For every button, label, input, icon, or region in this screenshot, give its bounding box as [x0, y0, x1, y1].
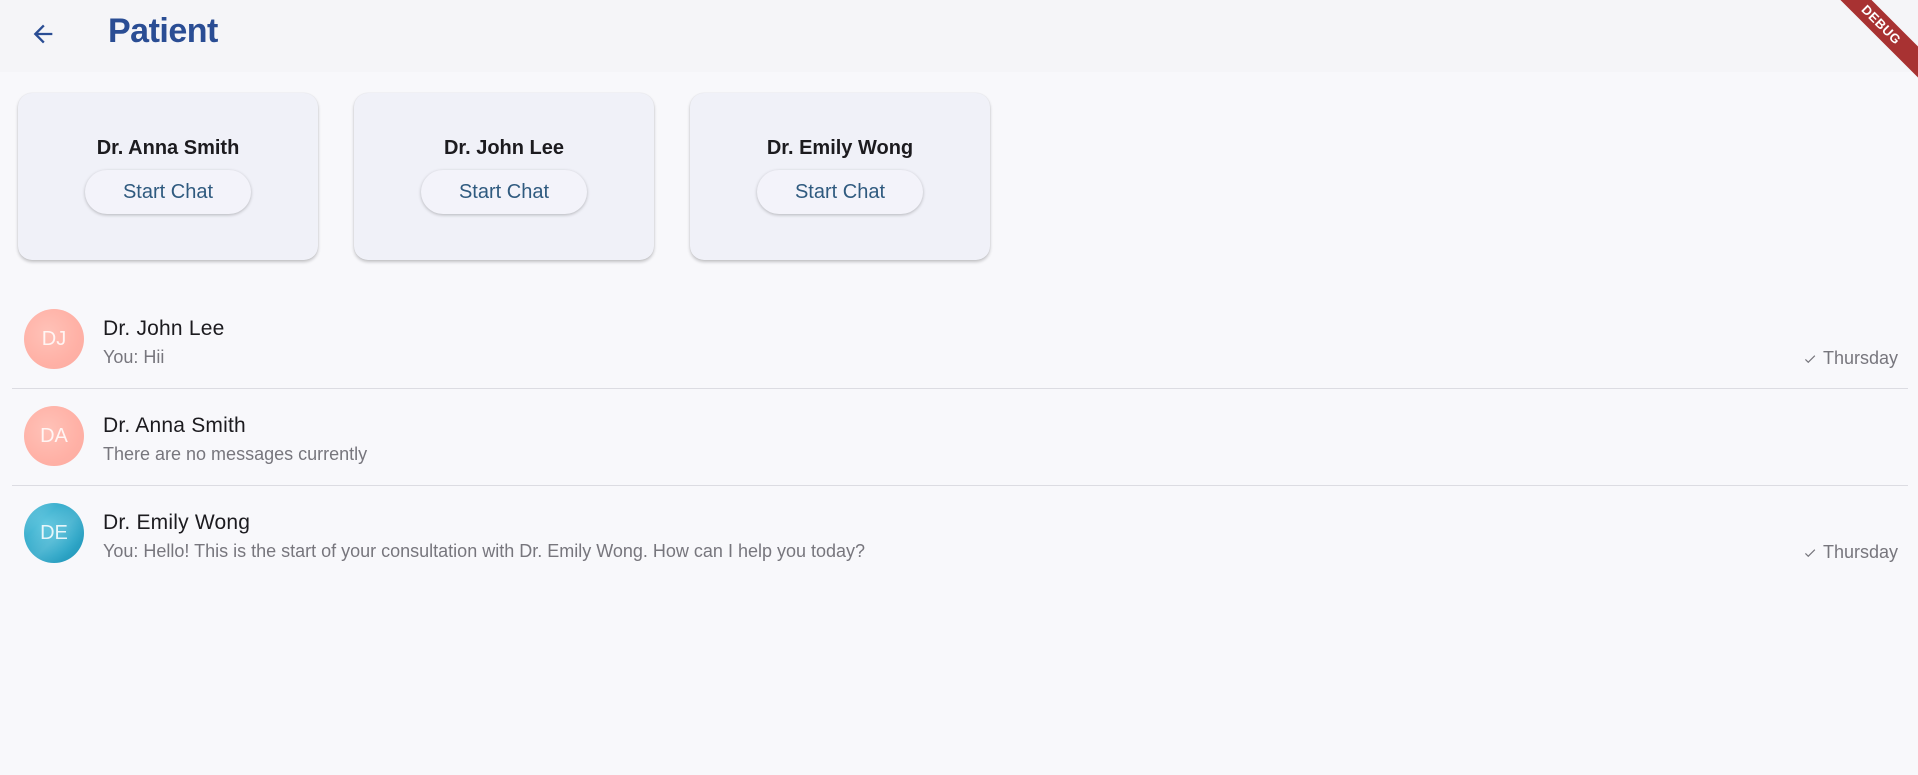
start-chat-button[interactable]: Start Chat [757, 170, 923, 214]
doctor-cards: Dr. Anna Smith Start Chat Dr. John Lee S… [18, 93, 990, 260]
chat-preview: You: Hii [103, 347, 165, 367]
avatar-initials: DE [40, 521, 68, 544]
check-icon [1803, 546, 1817, 560]
chat-name: Dr. Emily Wong [103, 511, 251, 534]
doctor-name: Dr. Anna Smith [96, 137, 240, 159]
start-chat-button[interactable]: Start Chat [85, 170, 251, 214]
chat-preview: You: Hello! This is the start of your co… [103, 541, 866, 561]
avatar: DE [24, 503, 84, 563]
chat-preview: There are no messages currently [103, 444, 368, 464]
doctor-card-anna-smith: Dr. Anna Smith Start Chat [18, 93, 318, 260]
chat-item-anna-smith[interactable]: DA Dr. Anna Smith There are no messages … [12, 389, 1908, 486]
chat-name: Dr. Anna Smith [103, 414, 246, 437]
chat-time: Thursday [1822, 348, 1898, 368]
avatar-initials: DJ [41, 327, 67, 350]
avatar: DJ [24, 309, 84, 369]
chat-item-john-lee[interactable]: DJ Dr. John Lee You: Hii Thursday [12, 292, 1908, 389]
avatar: DA [24, 406, 84, 466]
start-chat-button[interactable]: Start Chat [421, 170, 587, 214]
page-title: Patient [108, 12, 218, 50]
chat-list: DJ Dr. John Lee You: Hii Thursday DA Dr.… [12, 292, 1908, 583]
arrow-back-icon [29, 20, 57, 48]
avatar-initials: DA [40, 424, 68, 447]
chat-time: Thursday [1822, 542, 1898, 562]
chat-item-emily-wong[interactable]: DE Dr. Emily Wong You: Hello! This is th… [12, 486, 1908, 583]
check-icon [1803, 352, 1817, 366]
doctor-card-john-lee: Dr. John Lee Start Chat [354, 93, 654, 260]
doctor-name: Dr. John Lee [443, 137, 565, 159]
doctor-name: Dr. Emily Wong [766, 137, 914, 159]
doctor-card-emily-wong: Dr. Emily Wong Start Chat [690, 93, 990, 260]
app-root: Patient DEBUG Dr. Anna Smith Start Chat … [0, 0, 1918, 775]
app-bar: Patient [0, 0, 1918, 72]
back-button[interactable] [22, 13, 64, 55]
chat-name: Dr. John Lee [103, 317, 225, 340]
chat-meta: Thursday [1803, 348, 1898, 369]
chat-meta: Thursday [1803, 542, 1898, 563]
